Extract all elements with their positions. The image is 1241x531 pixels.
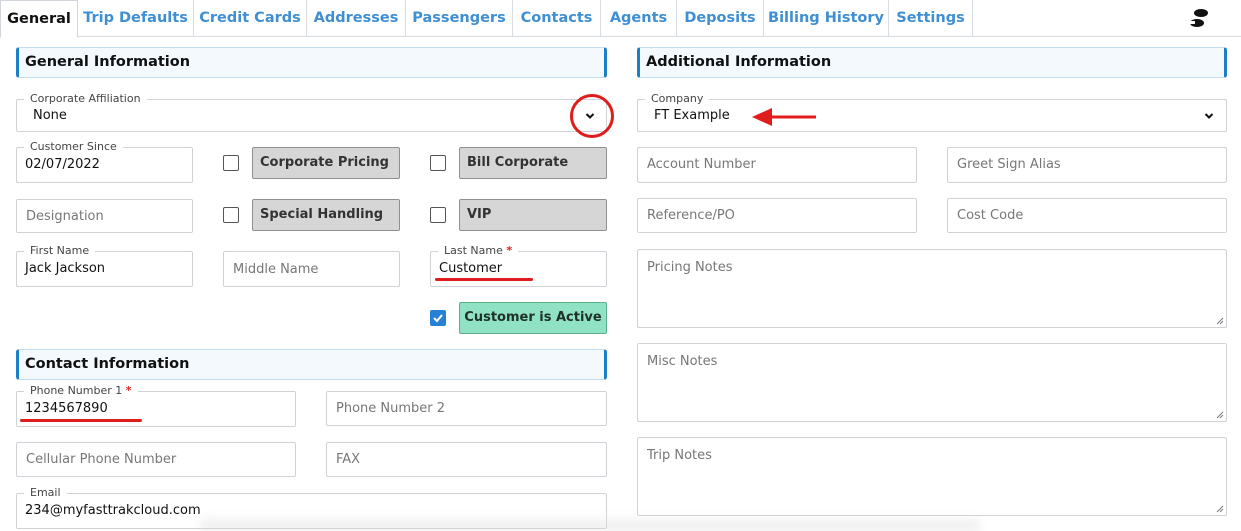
additional-information-header: Additional Information (637, 47, 1227, 78)
first-name-label: First Name (24, 244, 96, 257)
tab-billing-history[interactable]: Billing History (764, 0, 889, 37)
red-arrow-icon (752, 108, 816, 126)
vip-checkbox[interactable] (430, 207, 446, 223)
bottom-shadow (200, 512, 980, 531)
reference-po-field[interactable]: Reference/PO (637, 198, 917, 233)
last-name-label-text: Last Name (444, 244, 503, 257)
account-number-placeholder: Account Number (647, 157, 756, 172)
special-handling-label[interactable]: Special Handling (252, 199, 400, 231)
first-name-field[interactable]: First Name Jack Jackson (16, 244, 193, 287)
tab-addresses[interactable]: Addresses (307, 0, 406, 37)
resize-handle-icon[interactable] (1216, 411, 1224, 419)
last-name-field[interactable]: Last Name * Customer (430, 244, 607, 287)
phone-number-1-label-text: Phone Number 1 (30, 384, 123, 397)
customer-active-label[interactable]: Customer is Active (459, 302, 607, 334)
fax-placeholder: FAX (336, 452, 361, 467)
tab-agents[interactable]: Agents (601, 0, 677, 37)
corporate-pricing-label[interactable]: Corporate Pricing (252, 147, 400, 179)
contact-information-header: Contact Information (16, 349, 607, 380)
required-asterisk: * (506, 244, 513, 257)
special-handling-checkbox[interactable] (223, 207, 239, 223)
vip-label[interactable]: VIP (459, 199, 607, 231)
first-name-value: Jack Jackson (25, 261, 106, 276)
tab-deposits[interactable]: Deposits (677, 0, 764, 37)
phone-number-2-placeholder: Phone Number 2 (336, 401, 446, 416)
checkmark-icon (433, 314, 443, 323)
corporate-affiliation-value: None (33, 108, 67, 123)
designation-placeholder: Designation (26, 209, 104, 224)
corporate-affiliation-select[interactable]: Corporate Affiliation None (16, 92, 607, 132)
phone-number-1-value: 1234567890 (25, 401, 108, 416)
corporate-pricing-checkbox[interactable] (223, 155, 239, 171)
reference-po-placeholder: Reference/PO (647, 208, 735, 223)
pricing-notes-placeholder: Pricing Notes (647, 260, 733, 275)
company-value: FT Example (654, 108, 730, 123)
email-label: Email (24, 486, 67, 499)
resize-handle-icon[interactable] (1216, 317, 1224, 325)
customer-since-field[interactable]: Customer Since 02/07/2022 (16, 140, 193, 183)
bill-corporate-checkbox[interactable] (430, 155, 446, 171)
customer-since-value: 02/07/2022 (25, 157, 100, 172)
phone-number-1-label: Phone Number 1 * (24, 384, 138, 397)
last-name-value: Customer (439, 261, 503, 276)
middle-name-field[interactable]: Middle Name (223, 251, 400, 287)
pricing-notes-textarea[interactable]: Pricing Notes (637, 249, 1227, 328)
customer-since-label: Customer Since (24, 140, 123, 153)
tab-bar: General Trip Defaults Credit Cards Addre… (0, 0, 1241, 38)
misc-notes-placeholder: Misc Notes (647, 354, 718, 369)
cost-code-placeholder: Cost Code (957, 208, 1024, 223)
company-label: Company (645, 92, 710, 105)
greet-sign-alias-placeholder: Greet Sign Alias (957, 157, 1061, 172)
bill-corporate-label[interactable]: Bill Corporate (459, 147, 607, 179)
tab-credit-cards[interactable]: Credit Cards (194, 0, 307, 37)
tab-trip-defaults[interactable]: Trip Defaults (78, 0, 194, 37)
general-information-header: General Information (16, 47, 607, 78)
trip-notes-placeholder: Trip Notes (647, 448, 712, 463)
misc-notes-textarea[interactable]: Misc Notes (637, 343, 1227, 422)
corporate-affiliation-label: Corporate Affiliation (24, 92, 147, 105)
footprints-icon[interactable] (1188, 8, 1210, 28)
cellular-phone-field[interactable]: Cellular Phone Number (16, 442, 296, 477)
fax-field[interactable]: FAX (326, 442, 607, 477)
customer-active-checkbox[interactable] (430, 310, 446, 326)
designation-field[interactable]: Designation (16, 199, 193, 233)
last-name-label: Last Name * (438, 244, 519, 257)
last-name-underline (435, 278, 533, 281)
trip-notes-textarea[interactable]: Trip Notes (637, 437, 1227, 516)
cellular-phone-placeholder: Cellular Phone Number (26, 452, 177, 467)
middle-name-placeholder: Middle Name (233, 262, 319, 277)
email-value: 234@myfasttrakcloud.com (25, 503, 201, 518)
tab-general[interactable]: General (0, 0, 78, 38)
highlight-circle (570, 94, 614, 138)
tab-passengers[interactable]: Passengers (406, 0, 513, 37)
tab-contacts[interactable]: Contacts (513, 0, 601, 37)
tab-settings[interactable]: Settings (889, 0, 973, 37)
greet-sign-alias-field[interactable]: Greet Sign Alias (947, 147, 1227, 183)
cost-code-field[interactable]: Cost Code (947, 198, 1227, 233)
phone-underline (20, 419, 142, 422)
account-number-field[interactable]: Account Number (637, 147, 917, 183)
company-select[interactable]: Company FT Example (637, 92, 1227, 132)
chevron-down-icon[interactable] (1204, 111, 1214, 121)
required-asterisk: * (125, 384, 132, 397)
phone-number-2-field[interactable]: Phone Number 2 (326, 391, 607, 426)
resize-handle-icon[interactable] (1216, 505, 1224, 513)
